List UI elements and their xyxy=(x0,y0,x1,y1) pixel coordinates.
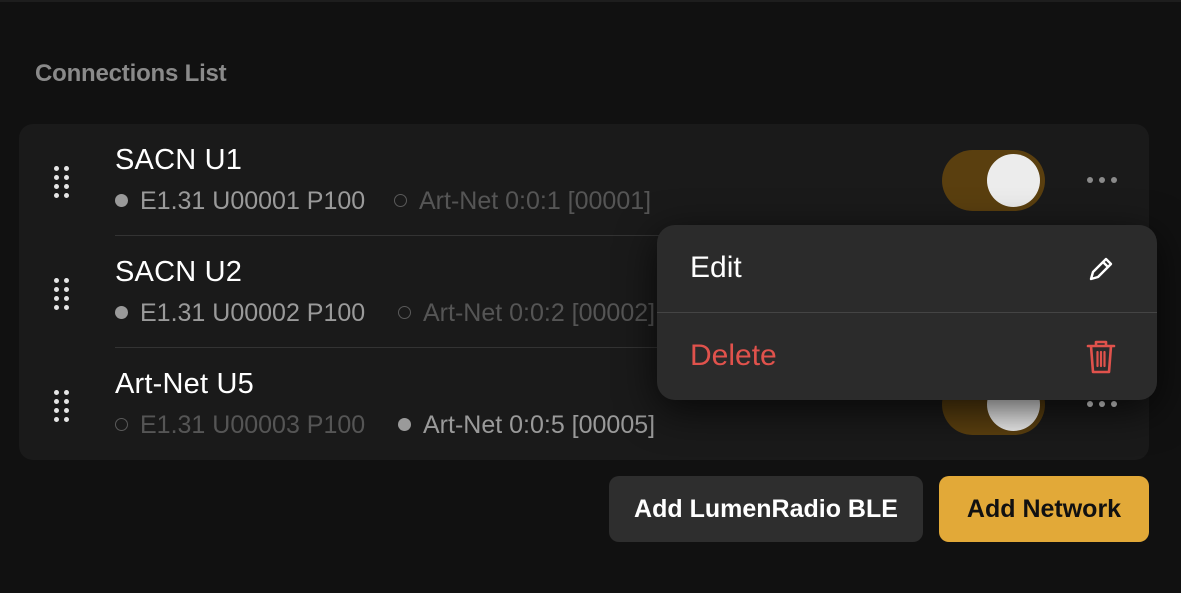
menu-item-delete[interactable]: Delete xyxy=(657,313,1157,400)
artnet-status: Art-Net 0:0:1 [00001] xyxy=(394,187,651,216)
drag-handle-icon[interactable] xyxy=(52,166,72,198)
artnet-status: Art-Net 0:0:2 [00002] xyxy=(398,299,655,328)
sacn-status: E1.31 U00001 P100 xyxy=(115,187,365,216)
delete-label: Delete xyxy=(690,339,777,372)
inactive-dot-icon xyxy=(398,305,411,319)
edit-label: Edit xyxy=(690,251,742,284)
pencil-icon xyxy=(1089,257,1113,281)
sacn-status: E1.31 U00002 P100 xyxy=(115,299,365,328)
top-divider xyxy=(0,0,1181,2)
artnet-status: Art-Net 0:0:5 [00005] xyxy=(398,411,655,440)
add-lumenradio-ble-button[interactable]: Add LumenRadio BLE xyxy=(609,476,923,542)
drag-handle-icon[interactable] xyxy=(52,390,72,422)
drag-handle-icon[interactable] xyxy=(52,278,72,310)
inactive-dot-icon xyxy=(115,417,128,431)
active-dot-icon xyxy=(115,193,128,207)
active-dot-icon xyxy=(115,305,128,319)
connection-name: Art-Net U5 xyxy=(115,368,254,400)
connection-name: SACN U1 xyxy=(115,144,243,176)
artnet-label: Art-Net 0:0:1 [00001] xyxy=(419,187,652,215)
inactive-dot-icon xyxy=(394,193,407,207)
menu-item-edit[interactable]: Edit xyxy=(657,225,1157,312)
active-dot-icon xyxy=(398,417,411,431)
connection-name: SACN U2 xyxy=(115,256,243,288)
connection-row[interactable]: SACN U1 E1.31 U00001 P100 Art-Net 0:0:1 … xyxy=(19,124,1149,236)
sacn-status: E1.31 U00003 P100 xyxy=(115,411,365,440)
toggle-knob xyxy=(987,154,1040,207)
artnet-label: Art-Net 0:0:5 [00005] xyxy=(423,411,656,439)
enable-toggle[interactable] xyxy=(942,150,1045,211)
section-title: Connections List xyxy=(35,60,227,87)
artnet-label: Art-Net 0:0:2 [00002] xyxy=(423,299,656,327)
sacn-label: E1.31 U00002 P100 xyxy=(140,299,366,327)
sacn-label: E1.31 U00001 P100 xyxy=(140,187,366,215)
context-menu: Edit Delete xyxy=(657,225,1157,400)
more-options-icon[interactable] xyxy=(1087,174,1123,186)
add-network-button[interactable]: Add Network xyxy=(939,476,1149,542)
sacn-label: E1.31 U00003 P100 xyxy=(140,411,366,439)
trash-icon xyxy=(1086,340,1116,374)
